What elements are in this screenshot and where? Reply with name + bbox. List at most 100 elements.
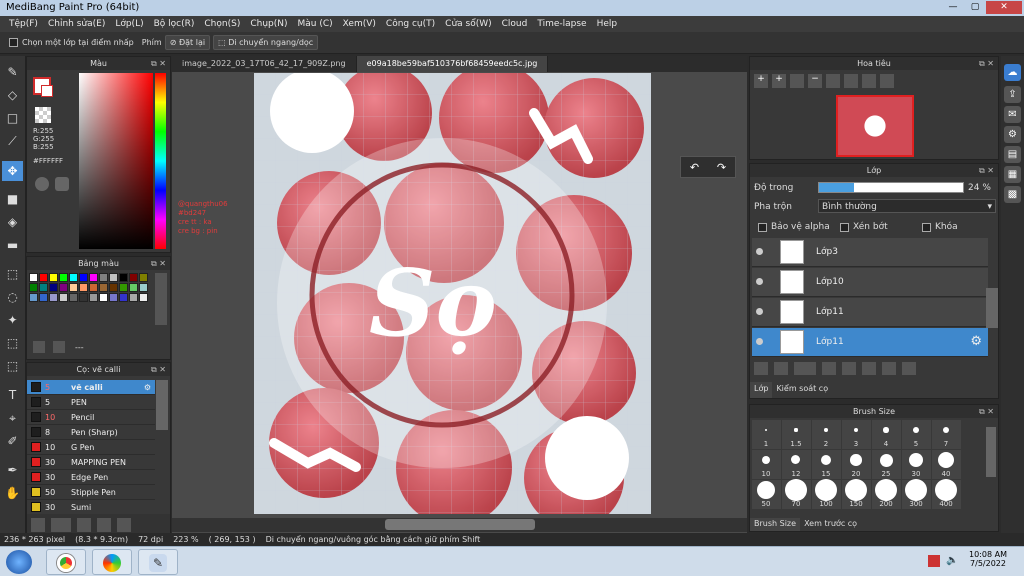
menu-snap[interactable]: Chụp(N) <box>245 19 292 29</box>
menu-timelapse[interactable]: Time-lapse <box>532 19 591 29</box>
menu-filter[interactable]: Bộ lọc(R) <box>149 19 200 29</box>
eraser-tool-icon[interactable]: ◇ <box>2 85 23 105</box>
opacity-slider[interactable] <box>818 182 964 193</box>
color-swatch[interactable] <box>69 273 78 282</box>
color-swatch[interactable] <box>39 293 48 302</box>
color-swatch[interactable] <box>119 283 128 292</box>
brush-copy-icon[interactable] <box>77 518 91 532</box>
brush-size-cell[interactable]: 15 <box>812 450 841 479</box>
layer-row[interactable]: Lớp3 <box>752 238 988 267</box>
hand-tool-icon[interactable]: ✋ <box>2 483 23 503</box>
rotate-left-icon[interactable] <box>826 74 840 88</box>
color-swatch[interactable] <box>129 283 138 292</box>
brush-size-cell[interactable]: 3 <box>842 420 871 449</box>
brush-item[interactable]: 30 Sumi <box>27 500 155 513</box>
brush-delete-icon[interactable] <box>117 518 131 532</box>
color-swatch[interactable] <box>59 273 68 282</box>
menu-tools[interactable]: Công cụ(T) <box>381 19 440 29</box>
medibang-taskbar-icon[interactable]: ✎ <box>138 549 178 575</box>
menu-layer[interactable]: Lớp(L) <box>110 19 148 29</box>
operation-tool-icon[interactable]: ⌖ <box>2 408 23 428</box>
menu-edit[interactable]: Chỉnh sửa(E) <box>43 19 110 29</box>
color-swatch[interactable] <box>99 283 108 292</box>
brush-size-cell[interactable]: 300 <box>902 479 931 509</box>
rotate-right-icon[interactable] <box>862 74 876 88</box>
color-swatch[interactable] <box>139 273 148 282</box>
add-layer-menu-icon[interactable] <box>794 362 816 375</box>
palette-icon[interactable] <box>35 177 49 191</box>
tab-layer[interactable]: Lớp <box>750 382 773 398</box>
page-icon[interactable]: ▤ <box>1004 146 1021 163</box>
speaker-icon[interactable]: 🔈 <box>946 555 958 567</box>
brush-tool-icon[interactable]: ✎ <box>2 62 23 82</box>
color-swatch[interactable] <box>29 273 38 282</box>
clock[interactable]: 10:08 AM 7/5/2022 <box>964 550 1012 568</box>
dot-tool-icon[interactable]: □ <box>2 108 23 128</box>
brush-size-cell[interactable]: 50 <box>752 480 781 509</box>
tab-image-jpg[interactable]: e09a18be59baf510376bf68459eedc5c.jpg <box>356 56 549 72</box>
transparent-swatch[interactable] <box>35 107 51 123</box>
color-swatch[interactable] <box>99 273 108 282</box>
brush-size-cell[interactable]: 200 <box>872 479 901 509</box>
flip-icon[interactable] <box>880 74 894 88</box>
brush-item[interactable]: 5 vẽ calli ⚙ <box>27 380 155 395</box>
menu-color[interactable]: Màu (C) <box>293 19 338 29</box>
eye-icon[interactable] <box>756 248 763 255</box>
layer-row[interactable]: Lớp11 <box>752 298 988 327</box>
move-tool-icon[interactable]: ✥ <box>2 161 23 181</box>
brush-size-cell[interactable]: 1 <box>752 420 781 449</box>
add-swatch-icon[interactable] <box>33 341 45 353</box>
color-swatch[interactable] <box>89 273 98 282</box>
eyedropper-tool-icon[interactable]: ✐ <box>2 431 23 451</box>
lasso-tool-icon[interactable]: ◌ <box>2 287 23 307</box>
secondary-color-swatch[interactable] <box>41 85 53 97</box>
merge-layer-icon[interactable] <box>862 362 876 375</box>
color-options-icon[interactable] <box>55 177 69 191</box>
color-swatch[interactable] <box>69 283 78 292</box>
chrome-taskbar-icon[interactable] <box>46 549 86 575</box>
panel-float-icon[interactable]: ⧉ ✕ <box>979 57 994 70</box>
color-swatch[interactable] <box>109 293 118 302</box>
panel-float-icon[interactable]: ⧉ ✕ <box>151 363 166 376</box>
color-swatch[interactable] <box>99 293 108 302</box>
magic-wand-tool-icon[interactable]: ✦ <box>2 310 23 330</box>
brush-menu-icon[interactable] <box>51 518 71 532</box>
color-swatch[interactable] <box>39 273 48 282</box>
delete-swatch-icon[interactable] <box>53 341 65 353</box>
color-swatch[interactable] <box>139 283 148 292</box>
eye-icon[interactable] <box>756 308 763 315</box>
horizontal-scroll-thumb[interactable] <box>385 519 535 530</box>
brush-size-cell[interactable]: 7 <box>932 420 961 449</box>
minimize-button[interactable]: — <box>942 1 964 14</box>
protect-alpha-checkbox[interactable] <box>758 222 767 232</box>
color-swatch[interactable] <box>59 283 68 292</box>
bucket-tool-icon[interactable]: ◈ <box>2 212 23 232</box>
text-tool-icon[interactable]: T <box>2 385 23 405</box>
color-swatch[interactable] <box>59 293 68 302</box>
color-swatch[interactable] <box>129 273 138 282</box>
brush-item[interactable]: 30 MAPPING PEN <box>27 455 155 470</box>
color-swatch[interactable] <box>119 273 128 282</box>
color-swatch[interactable] <box>109 283 118 292</box>
start-button-icon[interactable] <box>6 550 32 574</box>
brush-add-icon[interactable] <box>31 518 45 532</box>
brush-scrollbar[interactable] <box>156 380 168 430</box>
color-swatch[interactable] <box>89 283 98 292</box>
saturation-value-picker[interactable] <box>79 73 153 249</box>
layer-row[interactable]: Lớp10 <box>752 268 988 297</box>
blend-select[interactable]: Bình thường ▾ <box>818 199 996 213</box>
brush-item[interactable]: 50 Stipple Pen <box>27 485 155 500</box>
fit-icon[interactable] <box>790 74 804 88</box>
menu-window[interactable]: Cửa sổ(W) <box>440 19 496 29</box>
brush-size-cell[interactable]: 10 <box>752 450 781 479</box>
brush-size-cell[interactable]: 2 <box>812 420 841 449</box>
select-eraser-tool-icon[interactable]: ⬚ <box>2 356 23 376</box>
menu-cloud[interactable]: Cloud <box>497 19 533 29</box>
select-pen-tool-icon[interactable]: ⬚ <box>2 333 23 353</box>
brush-item[interactable]: 30 Edge Pen <box>27 470 155 485</box>
tab-brush-preview[interactable]: Xem trước cọ <box>800 518 861 531</box>
brush-item[interactable]: 8 Pen (Sharp) <box>27 425 155 440</box>
move-hv-button[interactable]: ⬚ Di chuyển ngang/dọc <box>213 35 319 50</box>
canvas-image[interactable]: Sọ <box>254 73 651 514</box>
reset-button[interactable]: ⊘ Đặt lại <box>164 35 211 50</box>
